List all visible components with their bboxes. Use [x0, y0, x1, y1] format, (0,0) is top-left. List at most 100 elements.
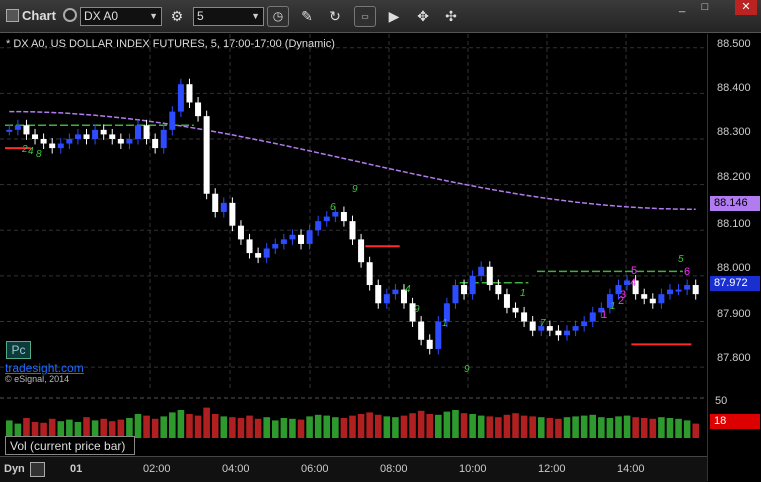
pencil-icon[interactable]: ✎ — [296, 6, 318, 27]
setup-count-label: 1 — [601, 309, 607, 321]
candlestick — [383, 294, 390, 304]
time-tick: 01 — [70, 463, 83, 475]
refresh-icon[interactable]: ↻ — [324, 6, 346, 27]
volume-bar — [169, 412, 176, 438]
price-axis[interactable]: 88.500 88.400 88.300 88.200 88.100 88.00… — [707, 34, 761, 481]
candlestick — [675, 289, 682, 292]
volume-bar — [580, 415, 588, 438]
volume-bar — [366, 412, 373, 438]
volume-bar — [683, 420, 691, 438]
candlestick — [40, 138, 47, 144]
candlestick — [435, 321, 442, 349]
volume-bar — [512, 413, 519, 438]
volume-bar — [314, 414, 322, 438]
candlestick — [512, 307, 519, 313]
countdown-label: 9 — [414, 304, 420, 315]
volume-bar — [237, 418, 245, 438]
chevron-down-icon[interactable]: ▼ — [149, 8, 158, 25]
setup-count-label: 6 — [684, 266, 690, 278]
volume-bar — [126, 418, 133, 438]
volume-bar — [469, 414, 476, 438]
brand-watermark: tradesight.com — [5, 361, 84, 375]
candlestick — [152, 138, 159, 149]
candlestick — [358, 239, 365, 263]
volume-bar — [606, 418, 614, 438]
close-button[interactable]: ✕ — [735, 0, 757, 15]
clock-icon[interactable]: ◷ — [267, 6, 289, 27]
price-chart[interactable]: 12345 62 4 86949191715 — [0, 34, 707, 390]
candlestick — [366, 262, 373, 286]
interval-value: 5 — [197, 9, 204, 23]
price-chart-panel[interactable]: 1234562486949191715 — [0, 34, 707, 390]
drawing-tools-icon[interactable]: ✥ — [412, 6, 434, 27]
candlestick — [375, 285, 382, 304]
candlestick — [486, 266, 493, 286]
candlestick — [229, 202, 236, 226]
candlestick — [298, 234, 305, 244]
volume-current-badge: 18 — [710, 414, 760, 429]
volume-bar — [323, 415, 331, 438]
minimize-button[interactable]: _ — [672, 0, 692, 15]
interval-gear-icon[interactable]: ⚙ — [166, 6, 188, 27]
setup-count-label: 5 — [631, 265, 637, 277]
candlestick — [315, 221, 322, 231]
candlestick — [666, 289, 673, 295]
volume-bar — [658, 417, 665, 438]
price-tick: 87.900 — [717, 308, 751, 320]
volume-bar — [306, 416, 313, 438]
volume-bar — [486, 416, 494, 438]
candlestick — [109, 134, 116, 139]
candlestick — [255, 253, 262, 258]
play-icon[interactable]: ▶ — [383, 6, 405, 27]
link-icon[interactable] — [63, 8, 77, 22]
volume-bar — [254, 418, 262, 438]
interval-input[interactable]: 5 ▼ — [193, 7, 264, 26]
time-tick: 04:00 — [222, 463, 250, 475]
volume-study-label[interactable]: Vol (current price bar) — [5, 436, 135, 455]
maximize-button[interactable]: □ — [695, 0, 715, 15]
volume-bar — [229, 417, 236, 438]
candlestick — [564, 330, 571, 336]
countdown-label: 6 — [330, 202, 336, 213]
volume-bar — [666, 418, 674, 438]
candlestick — [195, 102, 202, 117]
chart-toolbar: Chart DX A0 ▼ ⚙ 5 ▼ ◷ ✎ ↻ ▭ ▶ ✥ ✣ _ □ ✕ — [0, 0, 761, 33]
volume-bar — [692, 423, 699, 438]
volume-bar — [409, 413, 416, 438]
price-tick: 88.400 — [717, 82, 751, 94]
countdown-label: 5 — [678, 254, 684, 265]
candlestick — [555, 330, 562, 336]
candlestick — [529, 321, 536, 331]
volume-bar — [589, 414, 597, 438]
volume-bar — [435, 414, 442, 438]
candlestick — [340, 212, 347, 222]
pc-button[interactable]: Pc — [6, 341, 31, 359]
setup-count-label: 3 — [620, 289, 626, 301]
candlestick — [572, 326, 579, 331]
candlestick — [426, 339, 433, 349]
symbol-input[interactable]: DX A0 ▼ — [80, 7, 162, 26]
volume-bar — [503, 414, 511, 438]
volume-bar — [460, 413, 468, 438]
time-axis-settings-icon[interactable] — [30, 462, 45, 477]
candlestick — [220, 202, 227, 212]
time-tick: 10:00 — [459, 463, 487, 475]
time-tick: 08:00 — [380, 463, 408, 475]
volume-bar — [332, 417, 339, 438]
studies-icon[interactable]: ▭ — [354, 6, 376, 27]
volume-bar — [546, 418, 554, 438]
price-tick: 88.100 — [717, 218, 751, 230]
volume-bar — [203, 407, 210, 438]
cursor-icon[interactable]: ✣ — [440, 6, 462, 27]
candlestick — [32, 134, 39, 139]
price-tick: 87.800 — [717, 352, 751, 364]
candlestick — [83, 134, 90, 139]
time-axis[interactable]: Dyn 01 02:00 04:00 06:00 08:00 10:00 12:… — [0, 456, 707, 482]
time-axis-mode[interactable]: Dyn — [4, 463, 25, 475]
chevron-down-icon[interactable]: ▼ — [251, 8, 260, 25]
ma-value-badge: 88.146 — [710, 196, 760, 211]
volume-bar — [134, 414, 142, 438]
candlestick — [503, 294, 510, 308]
volume-bar — [563, 417, 571, 438]
volume-bar — [220, 416, 228, 438]
